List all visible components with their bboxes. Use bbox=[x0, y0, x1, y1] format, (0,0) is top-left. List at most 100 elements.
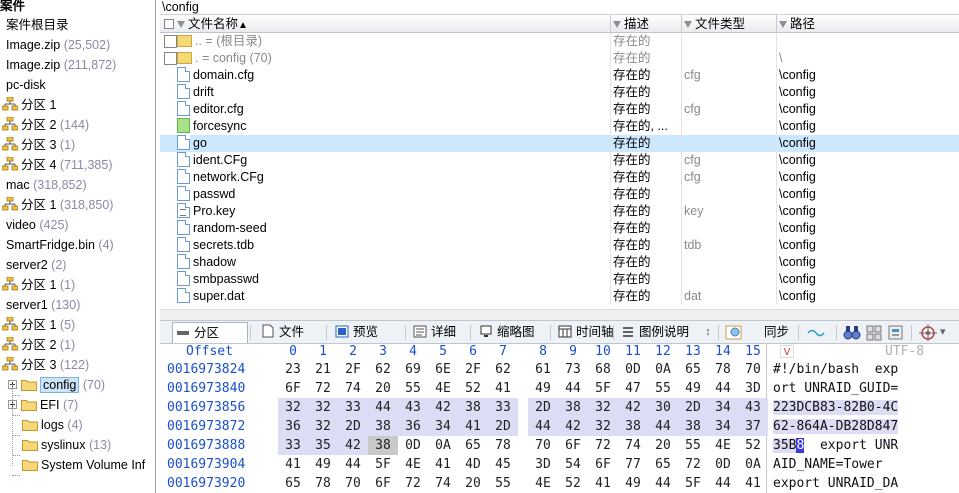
hex-byte[interactable]: 34 bbox=[708, 398, 738, 417]
hex-byte[interactable]: 32 bbox=[278, 398, 308, 417]
hex-byte[interactable]: 42 bbox=[558, 417, 588, 436]
hex-byte[interactable]: 38 bbox=[368, 436, 398, 455]
hex-byte[interactable]: 65 bbox=[278, 474, 308, 493]
hex-byte[interactable]: 49 bbox=[528, 379, 558, 398]
tree-item-partition[interactable]: 分区 1 bbox=[2, 95, 56, 115]
hex-byte[interactable]: 0A bbox=[648, 360, 678, 379]
file-row[interactable]: go 存在的 \config bbox=[160, 135, 959, 152]
tab-legend[interactable]: 图例说明 bbox=[618, 322, 696, 343]
hex-byte[interactable]: 70 bbox=[528, 436, 558, 455]
file-list[interactable]: .. = (根目录) 存在的 . = config (70) 存在的 \ domain.c… bbox=[160, 33, 959, 309]
file-row[interactable]: . = config (70) 存在的 \ bbox=[160, 50, 959, 67]
file-row[interactable]: Pro.key 存在的 key \config bbox=[160, 203, 959, 220]
file-row[interactable]: drift 存在的 \config bbox=[160, 84, 959, 101]
tree-item-file[interactable]: Image.zip (211,872) bbox=[6, 55, 116, 75]
hex-byte[interactable]: 49 bbox=[308, 455, 338, 474]
hex-byte[interactable]: 72 bbox=[678, 455, 708, 474]
hex-byte[interactable]: 73 bbox=[558, 360, 588, 379]
hex-byte[interactable]: 44 bbox=[558, 379, 588, 398]
hex-byte[interactable]: 72 bbox=[588, 436, 618, 455]
hex-byte[interactable]: 65 bbox=[458, 436, 488, 455]
tree-item-file[interactable]: pc-disk bbox=[6, 75, 46, 95]
tree-item-partition[interactable]: 分区 1 (1) bbox=[2, 275, 75, 295]
hex-byte[interactable]: 44 bbox=[708, 379, 738, 398]
hex-text[interactable]: 62-864A-DB28D847 bbox=[773, 417, 899, 436]
hex-byte[interactable]: 45 bbox=[488, 455, 518, 474]
hex-row[interactable]: 0016973904 41 49 44 5F 4E 41 4D 45 3D 54 6F 77 65 72 0D… bbox=[160, 455, 959, 474]
tree-item-folder[interactable]: EFI (7) bbox=[8, 395, 78, 415]
tree-item-partition[interactable]: 分区 4 (711,385) bbox=[2, 155, 113, 175]
hex-byte[interactable]: 72 bbox=[398, 474, 428, 493]
hex-byte[interactable]: 65 bbox=[678, 360, 708, 379]
hex-byte[interactable]: 42 bbox=[338, 436, 368, 455]
hex-byte[interactable]: 49 bbox=[678, 379, 708, 398]
grid-options-icon[interactable] bbox=[864, 323, 884, 342]
hex-byte[interactable]: 2F bbox=[458, 360, 488, 379]
tab-thumbnails[interactable]: 缩略图 bbox=[476, 322, 556, 343]
hex-byte[interactable]: 5F bbox=[588, 379, 618, 398]
hex-byte[interactable]: 43 bbox=[738, 398, 768, 417]
hex-byte[interactable]: 0D bbox=[618, 360, 648, 379]
hex-row[interactable]: 0016973840 6F 72 74 20 55 4E 52 41 49 44 5F 47 55 49 44… bbox=[160, 379, 959, 398]
hex-text[interactable]: ort UNRAID_GUID= bbox=[773, 379, 898, 398]
hex-byte[interactable]: 6F bbox=[368, 474, 398, 493]
hex-byte[interactable]: 74 bbox=[618, 436, 648, 455]
hex-byte[interactable]: 55 bbox=[398, 379, 428, 398]
hex-byte[interactable]: 41 bbox=[458, 417, 488, 436]
tree-item-folder[interactable]: System Volume Inf bbox=[22, 455, 145, 475]
hex-byte[interactable]: 3D bbox=[528, 455, 558, 474]
tree-item-partition[interactable]: 分区 3 (1) bbox=[2, 135, 75, 155]
hex-text[interactable]: 35B8 export UNR bbox=[773, 436, 898, 455]
hex-byte[interactable]: 32 bbox=[308, 417, 338, 436]
sync-button[interactable]: 同步 bbox=[756, 322, 796, 343]
column-header-description[interactable]: 描述 bbox=[611, 15, 682, 33]
hex-row[interactable]: 0016973872 36 32 2D 38 36 34 41 2D 44 42 32 38 44 38 34… bbox=[160, 417, 959, 436]
hex-byte[interactable]: 49 bbox=[618, 474, 648, 493]
hex-byte[interactable]: 42 bbox=[428, 398, 458, 417]
tab-preview[interactable]: 预览 bbox=[332, 322, 400, 343]
hex-byte[interactable]: 34 bbox=[428, 417, 458, 436]
hex-byte[interactable]: 2D bbox=[678, 398, 708, 417]
file-row[interactable]: domain.cfg 存在的 cfg \config bbox=[160, 67, 959, 84]
tab-partition[interactable]: 分区 bbox=[172, 322, 248, 343]
hex-text[interactable]: #!/bin/bash exp bbox=[773, 360, 898, 379]
hex-text[interactable]: 223DCB83-82B0-4C bbox=[773, 398, 899, 417]
hex-byte[interactable]: 78 bbox=[308, 474, 338, 493]
export-icon[interactable] bbox=[886, 323, 906, 342]
hex-byte[interactable]: 4E bbox=[708, 436, 738, 455]
tree-item-partition[interactable]: 分区 3 (122) bbox=[2, 355, 89, 375]
tree-item-file[interactable]: mac (318,852) bbox=[6, 175, 87, 195]
hex-byte[interactable]: 2F bbox=[338, 360, 368, 379]
hex-byte[interactable]: 74 bbox=[338, 379, 368, 398]
hex-byte[interactable]: 4D bbox=[458, 455, 488, 474]
hex-byte[interactable]: 41 bbox=[588, 474, 618, 493]
hex-byte[interactable]: 37 bbox=[738, 417, 768, 436]
filter-icon[interactable] bbox=[779, 21, 787, 28]
column-header-filename[interactable]: 文件名称▲ bbox=[160, 15, 611, 33]
hex-byte[interactable]: 41 bbox=[488, 379, 518, 398]
hex-text[interactable]: AID_NAME=Tower bbox=[773, 455, 883, 474]
file-row[interactable]: random-seed 存在的 \config bbox=[160, 220, 959, 237]
hex-byte[interactable]: 41 bbox=[428, 455, 458, 474]
wave-icon[interactable] bbox=[806, 323, 826, 342]
hex-row[interactable]: 0016973888 33 35 42 38 0D 0A 65 78 70 6F 72 74 20 55 4E… bbox=[160, 436, 959, 455]
hex-byte[interactable]: 21 bbox=[308, 360, 338, 379]
hex-byte[interactable]: 52 bbox=[458, 379, 488, 398]
hex-row[interactable]: 0016973856 32 32 33 44 43 42 38 33 2D 38 32 42 30 2D 34… bbox=[160, 398, 959, 417]
hex-byte[interactable]: 6F bbox=[278, 379, 308, 398]
hex-byte[interactable]: 78 bbox=[708, 360, 738, 379]
hex-byte[interactable]: 33 bbox=[488, 398, 518, 417]
hex-byte[interactable]: 23 bbox=[278, 360, 308, 379]
hex-byte[interactable]: 55 bbox=[488, 474, 518, 493]
target-icon[interactable] bbox=[918, 323, 938, 342]
tree-item-partition[interactable]: 分区 2 (144) bbox=[2, 115, 89, 135]
hex-byte[interactable]: 33 bbox=[338, 398, 368, 417]
hex-byte[interactable]: 42 bbox=[618, 398, 648, 417]
hex-byte[interactable]: 65 bbox=[648, 455, 678, 474]
encoding-label[interactable]: UTF-8 bbox=[885, 344, 924, 360]
hex-byte[interactable]: 20 bbox=[458, 474, 488, 493]
hex-byte[interactable]: 2D bbox=[488, 417, 518, 436]
file-row[interactable]: editor.cfg 存在的 cfg \config bbox=[160, 101, 959, 118]
hex-byte[interactable]: 54 bbox=[558, 455, 588, 474]
case-root[interactable]: 案件根目录 bbox=[6, 15, 69, 35]
